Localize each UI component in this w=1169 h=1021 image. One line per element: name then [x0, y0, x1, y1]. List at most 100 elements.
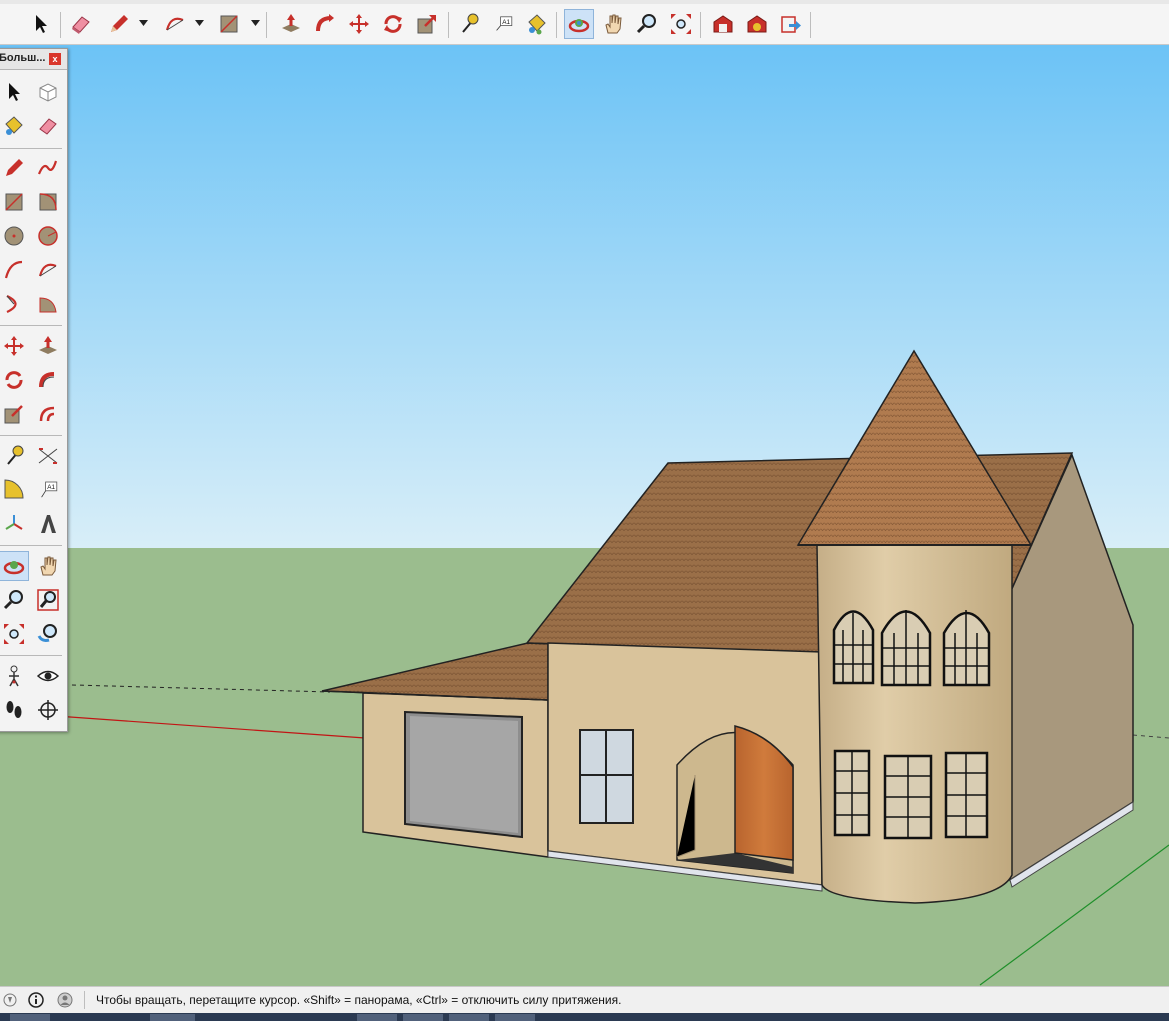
rectangle-icon — [220, 15, 238, 33]
palette-3d-text-button[interactable] — [33, 509, 63, 539]
move-icon — [349, 14, 369, 34]
palette-separator — [0, 655, 62, 656]
palette-pan-button[interactable] — [33, 551, 63, 581]
position-camera-icon — [9, 665, 19, 687]
select-tool-button[interactable] — [26, 9, 56, 39]
palette-close-button[interactable]: x — [49, 53, 61, 65]
follow-me-tool-button[interactable] — [310, 9, 340, 39]
palette-eraser-button[interactable] — [33, 111, 63, 141]
rotate-icon — [5, 371, 23, 389]
palette-previous-view-button[interactable] — [33, 619, 63, 649]
rectangle-tool-button[interactable] — [214, 9, 244, 39]
taskbar-item[interactable] — [403, 1014, 443, 1021]
palette-rotated-rectangle-button[interactable] — [33, 187, 63, 217]
palette-zoom-button[interactable] — [0, 585, 29, 615]
palette-separator — [0, 435, 62, 436]
palette-circle-button[interactable] — [0, 221, 29, 251]
pencil-tool-button[interactable] — [104, 9, 134, 39]
palette-paint-bucket-button[interactable] — [0, 111, 29, 141]
palette-arc-button[interactable] — [0, 255, 29, 285]
palette-two-point-arc-button[interactable] — [33, 255, 63, 285]
palette-push-pull-button[interactable] — [33, 331, 63, 361]
toolbar-separator — [448, 12, 449, 38]
orbit-tool-button[interactable] — [564, 9, 594, 39]
main-toolbar: A1 — [0, 4, 1169, 45]
user-account-icon[interactable] — [57, 992, 73, 1008]
palette-rectangle-button[interactable] — [0, 187, 29, 217]
arc-tool-button[interactable] — [160, 9, 190, 39]
scale-icon — [4, 405, 23, 424]
model-scene[interactable] — [0, 45, 1169, 986]
palette-select-button[interactable] — [0, 77, 29, 107]
scale-tool-button[interactable] — [412, 9, 442, 39]
palette-protractor-button[interactable] — [0, 475, 29, 505]
select-icon — [9, 83, 20, 101]
palette-tape-measure-button[interactable] — [0, 441, 29, 471]
taskbar-item[interactable] — [150, 1014, 195, 1021]
geo-location-icon[interactable] — [2, 992, 18, 1008]
paint-bucket-tool-button[interactable] — [522, 9, 552, 39]
credits-info-icon[interactable] — [28, 992, 44, 1008]
chevron-down-icon[interactable] — [250, 18, 260, 28]
pencil-icon — [111, 15, 128, 32]
palette-three-point-arc-button[interactable] — [0, 289, 29, 319]
push-pull-tool-button[interactable] — [276, 9, 306, 39]
palette-axes-button[interactable] — [0, 509, 29, 539]
zoom-extents-tool-button[interactable] — [666, 9, 696, 39]
rectangle-icon — [5, 193, 23, 211]
zoom-tool-button[interactable] — [632, 9, 662, 39]
warehouse-button[interactable] — [708, 9, 738, 39]
share-model-button[interactable] — [776, 9, 806, 39]
zoom-icon — [636, 14, 656, 34]
axes-icon — [5, 515, 23, 530]
palette-titlebar[interactable]: Больш... x — [0, 49, 67, 70]
taskbar-item[interactable] — [10, 1014, 50, 1021]
offset-icon — [39, 406, 55, 422]
palette-polygon-button[interactable] — [33, 221, 63, 251]
pan-tool-button[interactable] — [598, 9, 628, 39]
move-tool-button[interactable] — [344, 9, 374, 39]
palette-rotate-button[interactable] — [0, 365, 29, 395]
status-bar: Чтобы вращать, перетащите курсор. «Shift… — [0, 986, 1169, 1014]
text-tool-button[interactable]: A1 — [488, 9, 518, 39]
tape-measure-tool-button[interactable] — [454, 9, 484, 39]
palette-pie-button[interactable] — [33, 289, 63, 319]
component-icon — [39, 83, 57, 102]
taskbar-item[interactable] — [495, 1014, 535, 1021]
palette-scale-button[interactable] — [0, 399, 29, 429]
palette-zoom-extents-button[interactable] — [0, 619, 29, 649]
rotate-icon — [384, 15, 402, 33]
palette-text-button[interactable]: A1 — [33, 475, 63, 505]
extension-warehouse-button[interactable] — [742, 9, 772, 39]
previous-view-icon — [37, 624, 57, 642]
palette-look-around-button[interactable] — [33, 661, 63, 691]
tape-measure-icon — [462, 13, 479, 33]
text-icon: A1 — [496, 16, 513, 31]
chevron-down-icon[interactable] — [194, 18, 204, 28]
palette-dimension-button[interactable] — [33, 441, 63, 471]
palette-walk-button[interactable] — [0, 695, 29, 725]
palette-orbit-button[interactable] — [0, 551, 29, 581]
chevron-down-icon[interactable] — [138, 18, 148, 28]
palette-follow-me-button[interactable] — [33, 365, 63, 395]
extension-warehouse-icon — [747, 15, 767, 33]
palette-pencil-button[interactable] — [0, 153, 29, 183]
warehouse-icon — [713, 15, 733, 33]
model-viewport[interactable] — [0, 45, 1169, 986]
palette-section-plane-button[interactable] — [33, 695, 63, 725]
palette-zoom-window-button[interactable] — [33, 585, 63, 615]
rotate-tool-button[interactable] — [378, 9, 408, 39]
large-toolset-palette[interactable]: Больш... x A1 — [0, 48, 68, 732]
paint-bucket-icon — [5, 116, 23, 135]
taskbar-item[interactable] — [449, 1014, 489, 1021]
palette-component-button[interactable] — [33, 77, 63, 107]
palette-position-camera-button[interactable] — [0, 661, 29, 691]
push-pull-icon — [282, 14, 300, 32]
palette-offset-button[interactable] — [33, 399, 63, 429]
palette-move-button[interactable] — [0, 331, 29, 361]
taskbar-item[interactable] — [357, 1014, 397, 1021]
3d-text-icon — [41, 515, 56, 533]
palette-freehand-button[interactable] — [33, 153, 63, 183]
palette-separator — [0, 148, 62, 149]
eraser-tool-button[interactable] — [66, 9, 96, 39]
